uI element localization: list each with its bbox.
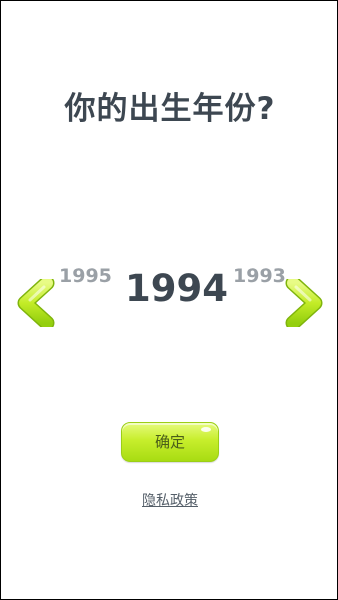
year-current: 1994	[125, 267, 228, 310]
chevron-right-icon	[285, 275, 323, 331]
next-year-button[interactable]	[281, 275, 323, 331]
page-title: 你的出生年份?	[64, 91, 276, 127]
year-next[interactable]: 1993	[233, 265, 286, 287]
year-previous[interactable]: 1995	[59, 265, 112, 287]
privacy-policy-row: 隐私政策	[1, 490, 338, 510]
privacy-policy-link[interactable]: 隐私政策	[142, 493, 198, 509]
previous-year-button[interactable]	[17, 275, 59, 331]
screen-frame: 你的出生年份? 1995 1994 1993 确定 隐私政策	[0, 0, 338, 600]
confirm-button[interactable]: 确定	[121, 422, 219, 462]
confirm-button-label: 确定	[154, 433, 185, 451]
chevron-left-icon	[17, 275, 55, 331]
